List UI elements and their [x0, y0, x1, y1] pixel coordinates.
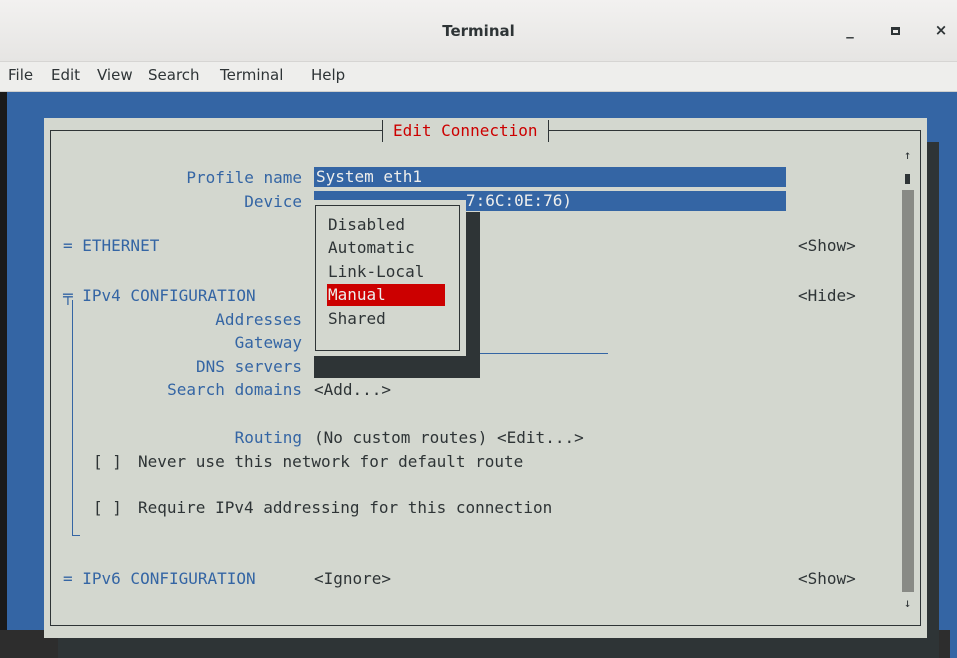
maximize-icon	[890, 26, 900, 35]
ipv4-section-label: ╤ IPv4 CONFIGURATION	[63, 286, 256, 305]
require-ipv4-text: Require IPv4 addressing for this connect…	[138, 498, 553, 517]
window-titlebar: Terminal _ ×	[0, 0, 957, 62]
scroll-up-arrow[interactable]: ↑	[904, 148, 911, 162]
window-title: Terminal	[442, 22, 515, 40]
menu-help[interactable]: Help	[311, 66, 345, 84]
ipv4-hide-button[interactable]: <Hide>	[798, 286, 856, 306]
never-default-text: Never use this network for default route	[138, 452, 524, 471]
menu-edit[interactable]: Edit	[51, 66, 80, 84]
search-domains-add-button[interactable]: <Add...>	[314, 380, 391, 400]
device-label: Device	[244, 192, 302, 211]
popup-option-manual[interactable]: Manual	[327, 284, 445, 306]
popup-option-link-local[interactable]: Link-Local	[327, 261, 445, 283]
device-value: 7:6C:0E:76)	[466, 191, 606, 211]
popup-option-automatic[interactable]: Automatic	[327, 237, 445, 259]
dialog-title: Edit Connection	[382, 120, 549, 142]
ipv6-show-button[interactable]: <Show>	[798, 569, 856, 589]
ethernet-show-button[interactable]: <Show>	[798, 236, 856, 256]
scroll-down-arrow[interactable]: ↓	[904, 596, 911, 610]
dialog-shadow	[58, 638, 939, 658]
addresses-label: Addresses	[215, 310, 302, 329]
dialog-shadow	[927, 142, 939, 642]
scrollbar-track[interactable]	[902, 190, 914, 592]
profile-name-input[interactable]: System eth1	[314, 167, 786, 187]
menu-file[interactable]: File	[8, 66, 33, 84]
ipv4-bracket-line	[72, 300, 73, 536]
maximize-button[interactable]	[883, 18, 907, 42]
menu-search[interactable]: Search	[148, 66, 200, 84]
never-default-checkbox[interactable]: [ ]	[93, 452, 122, 472]
routing-label: Routing	[234, 428, 302, 447]
ipv4-bracket-foot	[72, 535, 80, 536]
profile-name-label: Profile name	[186, 168, 302, 187]
scroll-thumb[interactable]	[905, 174, 910, 184]
menu-view[interactable]: View	[97, 66, 133, 84]
ipv6-section-label: = IPv6 CONFIGURATION	[63, 569, 256, 588]
menu-bar: File Edit View Search Terminal Help	[0, 62, 957, 92]
popup-option-disabled[interactable]: Disabled	[327, 214, 445, 236]
minimize-button[interactable]: _	[838, 18, 862, 42]
require-ipv4-checkbox[interactable]: [ ]	[93, 498, 122, 518]
menu-terminal[interactable]: Terminal	[220, 66, 283, 84]
ipv6-method-button[interactable]: <Ignore>	[314, 569, 391, 589]
dns-servers-label: DNS servers	[196, 357, 302, 376]
close-button[interactable]: ×	[929, 18, 953, 42]
routing-edit-button[interactable]: (No custom routes) <Edit...>	[314, 428, 584, 448]
ethernet-section-label: = ETHERNET	[63, 236, 160, 255]
popup-option-shared[interactable]: Shared	[327, 308, 445, 330]
search-domains-label: Search domains	[167, 380, 302, 399]
gateway-label: Gateway	[234, 333, 302, 352]
gateway-input-underline[interactable]	[466, 353, 608, 354]
